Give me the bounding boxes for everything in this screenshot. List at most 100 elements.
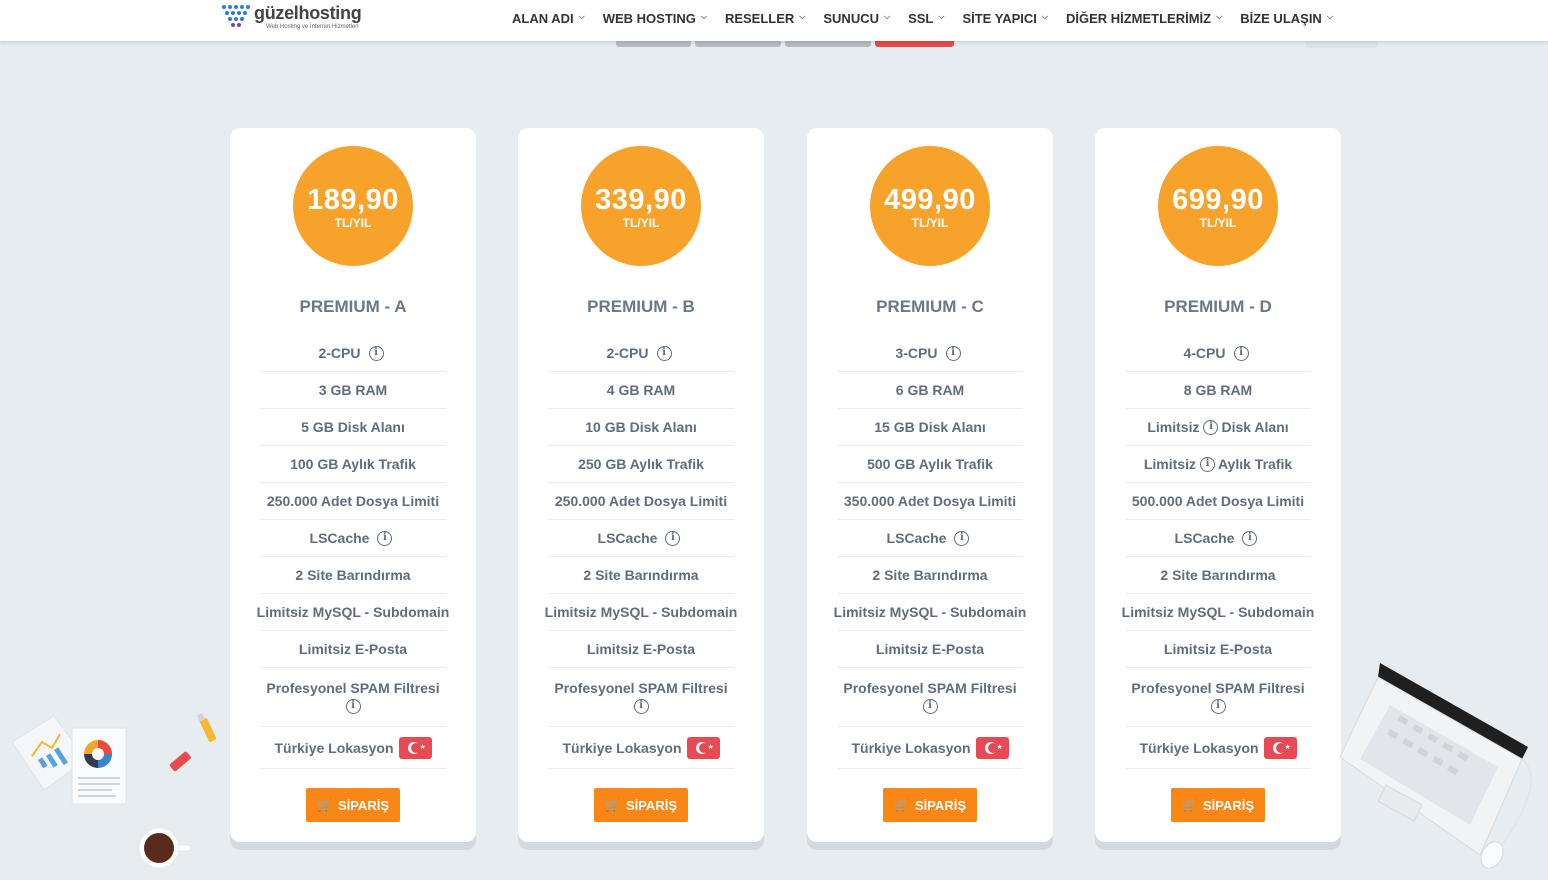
feature-sites: 2 Site Barındırma — [837, 557, 1023, 594]
feature-mysql: Limitsiz MySQL - Subdomain — [1122, 594, 1314, 631]
nav-alan-adi[interactable]: ALAN ADI ⌵ — [512, 11, 585, 26]
nav-label: WEB HOSTING — [602, 10, 696, 26]
feature-cpu: 3-CPU i — [837, 335, 1023, 372]
nav-label: DİĞER HİZMETLERİMİZ — [1065, 10, 1212, 26]
feature-text: 15 GB Disk Alanı — [874, 419, 986, 435]
feature-text: Limitsiz MySQL - Subdomain — [544, 604, 738, 620]
feature-file-limit: 250.000 Adet Dosya Limiti — [260, 483, 446, 520]
order-button[interactable]: 🛒 SİPARİŞ — [306, 788, 400, 822]
info-icon[interactable]: i — [1199, 456, 1215, 472]
feature-disk: Limitsiz i Disk Alanı — [1125, 409, 1311, 446]
feature-mysql: Limitsiz MySQL - Subdomain — [834, 594, 1026, 631]
order-button[interactable]: 🛒 SİPARİŞ — [883, 788, 977, 822]
feature-text: 6 GB RAM — [895, 382, 965, 398]
chevron-down-icon: ⌵ — [578, 12, 585, 21]
feature-disk: 15 GB Disk Alanı — [837, 409, 1023, 446]
feature-cpu: 2-CPU i — [260, 335, 446, 372]
logo[interactable]: güzelhosting Web Hosting ve İnternet Hiz… — [222, 3, 362, 37]
feature-text: Disk Alanı — [1221, 419, 1289, 435]
chevron-down-icon: ⌵ — [1041, 12, 1048, 21]
feature-lscache: LSCache i — [548, 520, 734, 557]
feature-ram: 3 GB RAM — [260, 372, 446, 409]
scroll-stub — [1306, 41, 1378, 48]
coffee-cup-icon — [138, 827, 191, 869]
plan-tab[interactable] — [695, 41, 781, 47]
price-unit: TL/YIL — [622, 216, 660, 230]
price-badge: 189,90 TL/YIL — [293, 146, 413, 266]
feature-text: 4-CPU — [1183, 345, 1226, 361]
info-icon[interactable]: i — [954, 530, 970, 546]
feature-text: Türkiye Lokasyon — [1139, 739, 1259, 756]
nav-bize-ulasin[interactable]: BİZE ULAŞIN ⌵ — [1240, 11, 1333, 26]
laptop-icon — [1339, 663, 1528, 856]
feature-file-limit: 350.000 Adet Dosya Limiti — [837, 483, 1023, 520]
nav-label: SİTE YAPICI — [962, 10, 1037, 26]
feature-text: 2-CPU — [318, 345, 361, 361]
feature-spam: Profesyonel SPAM Filtresi i — [1125, 668, 1311, 727]
info-icon[interactable]: i — [1210, 699, 1226, 714]
feature-text: 250.000 Adet Dosya Limiti — [266, 493, 440, 509]
feature-spam: Profesyonel SPAM Filtresi i — [837, 668, 1023, 727]
feature-text: 500.000 Adet Dosya Limiti — [1131, 493, 1305, 509]
feature-text: 2 Site Barındırma — [1160, 567, 1276, 583]
nav-ssl[interactable]: SSL ⌵ — [908, 11, 944, 26]
feature-text: Profesyonel SPAM Filtresi — [843, 680, 1017, 696]
nav-web-hosting[interactable]: WEB HOSTING ⌵ — [603, 11, 707, 26]
usb-stick-red-icon — [169, 751, 191, 772]
feature-text: Türkiye Lokasyon — [851, 739, 971, 756]
plan-tab-active[interactable] — [875, 41, 954, 47]
feature-lscache: LSCache i — [260, 520, 446, 557]
nav-diger-hizmetlerimiz[interactable]: DİĞER HİZMETLERİMİZ ⌵ — [1066, 11, 1222, 26]
feature-traffic: 250 GB Aylık Trafik — [548, 446, 734, 483]
feature-text: LSCache — [1174, 530, 1235, 546]
info-icon[interactable]: i — [633, 699, 649, 714]
nav-sunucu[interactable]: SUNUCU ⌵ — [823, 11, 890, 26]
feature-disk: 5 GB Disk Alanı — [260, 409, 446, 446]
turkey-flag-icon: ★ — [398, 736, 432, 759]
nav-site-yapici[interactable]: SİTE YAPICI ⌵ — [962, 11, 1048, 26]
feature-text: 5 GB Disk Alanı — [301, 419, 405, 435]
order-button[interactable]: 🛒 SİPARİŞ — [594, 788, 688, 822]
info-icon[interactable]: i — [656, 345, 672, 361]
feature-ram: 4 GB RAM — [548, 372, 734, 409]
feature-sites: 2 Site Barındırma — [1125, 557, 1311, 594]
turkey-flag-icon: ★ — [975, 736, 1009, 759]
feature-text: Limitsiz MySQL - Subdomain — [833, 604, 1027, 620]
nav-label: RESELLER — [724, 10, 795, 26]
feature-spam: Profesyonel SPAM Filtresi i — [548, 668, 734, 727]
feature-email: Limitsiz E-Posta — [837, 631, 1023, 668]
feature-text: 100 GB Aylık Trafik — [290, 456, 416, 472]
info-icon[interactable]: i — [1233, 345, 1249, 361]
feature-email: Limitsiz E-Posta — [548, 631, 734, 668]
info-icon[interactable]: i — [1203, 419, 1219, 435]
feature-traffic: Limitsiz i Aylık Trafik — [1125, 446, 1311, 483]
info-icon[interactable]: i — [945, 345, 961, 361]
info-icon[interactable]: i — [377, 530, 393, 546]
info-icon[interactable]: i — [665, 530, 681, 546]
feature-traffic: 100 GB Aylık Trafik — [260, 446, 446, 483]
plan-tab[interactable] — [785, 41, 871, 47]
info-icon[interactable]: i — [1242, 530, 1258, 546]
feature-text: Limitsiz — [1147, 419, 1200, 435]
info-icon[interactable]: i — [922, 699, 938, 714]
info-icon[interactable]: i — [368, 345, 384, 361]
feature-text: Limitsiz E-Posta — [586, 641, 696, 657]
logo-dots-icon — [222, 3, 250, 29]
nav-label: SUNUCU — [823, 10, 879, 26]
feature-sites: 2 Site Barındırma — [260, 557, 446, 594]
order-button[interactable]: 🛒 SİPARİŞ — [1171, 788, 1265, 822]
feature-cpu: 4-CPU i — [1125, 335, 1311, 372]
chevron-down-icon: ⌵ — [938, 12, 945, 21]
price-value: 189,90 — [307, 184, 399, 216]
info-icon[interactable]: i — [345, 699, 361, 714]
nav-reseller[interactable]: RESELLER ⌵ — [725, 11, 805, 26]
site-header: güzelhosting Web Hosting ve İnternet Hiz… — [0, 0, 1548, 41]
feature-text: Profesyonel SPAM Filtresi — [1131, 680, 1305, 696]
price-value: 499,90 — [884, 184, 976, 216]
feature-sites: 2 Site Barındırma — [548, 557, 734, 594]
feature-location: Türkiye Lokasyon ★ — [837, 727, 1023, 769]
plan-tab[interactable] — [616, 41, 691, 47]
feature-text: Profesyonel SPAM Filtresi — [266, 680, 440, 696]
price-badge: 699,90 TL/YIL — [1158, 146, 1278, 266]
price-badge: 339,90 TL/YIL — [581, 146, 701, 266]
